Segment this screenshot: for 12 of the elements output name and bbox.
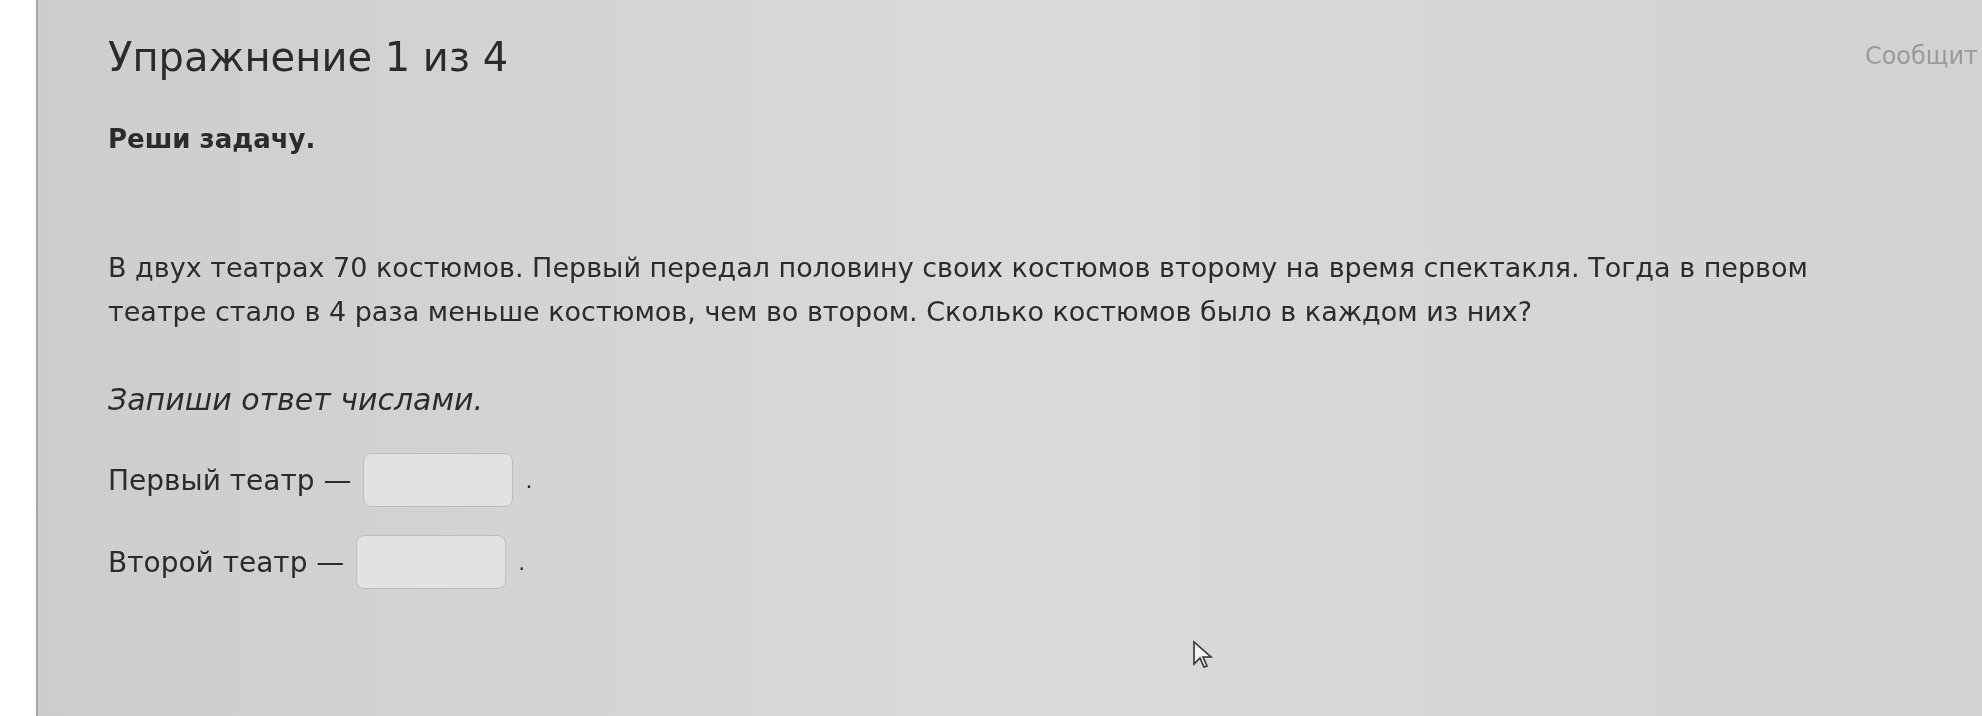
task-instruction: Реши задачу. xyxy=(108,124,317,154)
problem-text: В двух театрах 70 костюмов. Первый передал половину своих костюмов второму на время спектакля. Тогда в первом театре стало в 4 раза меньше костюмов, чем во втором. Сколько костюмов было в каждом из них? xyxy=(108,251,1809,329)
mouse-pointer-icon xyxy=(1192,640,1214,670)
answer-period: . xyxy=(518,549,526,575)
answer-hint: Запиши ответ числами. xyxy=(108,382,485,417)
exercise-title: Упражнение 1 из 4 xyxy=(108,34,509,80)
answer-label: Второй театр — xyxy=(108,545,345,579)
answer-field[interactable] xyxy=(363,453,514,507)
answer-period: . xyxy=(525,467,533,493)
answer-label: Первый театр — xyxy=(108,463,352,497)
report-link[interactable]: Сообщит xyxy=(1864,42,1978,70)
answer-field[interactable] xyxy=(356,535,507,589)
